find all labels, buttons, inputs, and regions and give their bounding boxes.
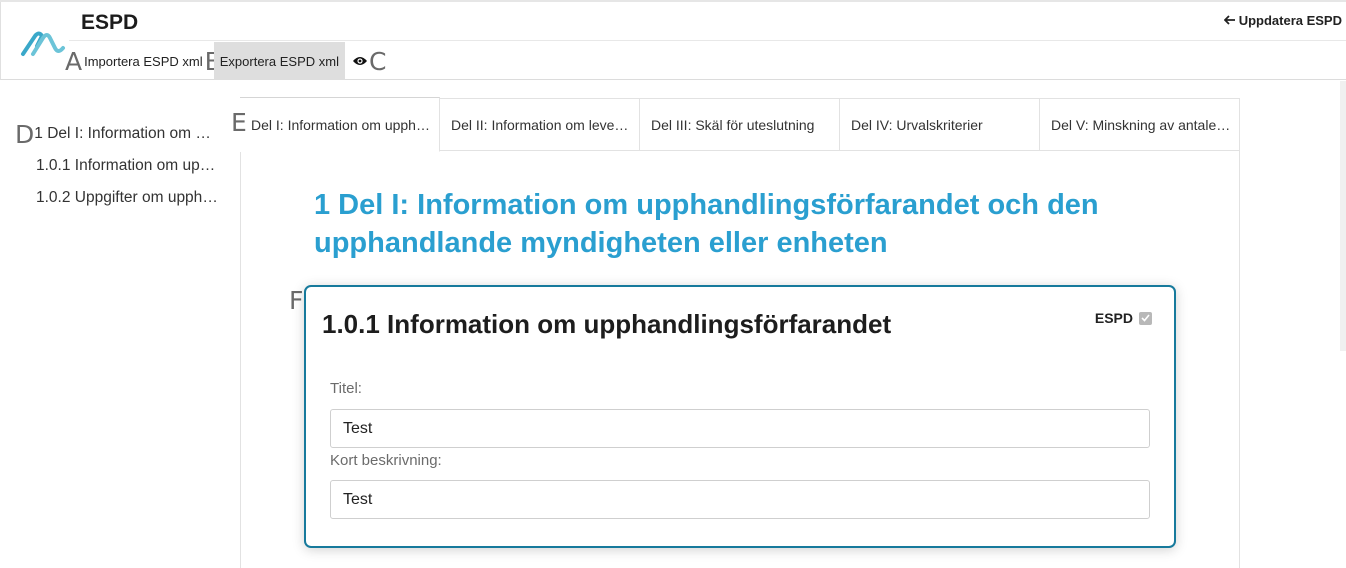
toc-item-label: 1.0.2 Uppgifter om upphandlande myndighe… [36, 189, 219, 206]
marker-a: A [65, 46, 83, 76]
app-header: ESPD Uppdatera ESPD A Importera ESPD xml… [0, 2, 1346, 80]
tab-label: Del I: Information om upphandlingsförfar… [251, 116, 431, 133]
marker-e: E [231, 108, 247, 137]
header-divider [69, 40, 1346, 41]
info-card: 1.0.1 Information om upphandlingsförfara… [304, 285, 1176, 548]
import-espd-button[interactable]: Importera ESPD xml [82, 42, 204, 80]
sidebar-toc: D 1 Del I: Information om upphandlingsfö… [15, 118, 226, 214]
tab-bar: Del I: Information om upphandlingsförfar… [240, 97, 1240, 152]
checkbox-checked-icon [1139, 311, 1152, 325]
marker-f: F [289, 286, 304, 315]
scrollbar[interactable] [1340, 81, 1346, 351]
toc-item-label: 1 Del I: Information om upphandlingsförf… [34, 125, 214, 142]
tab-del-1[interactable]: Del I: Information om upphandlingsförfar… [240, 97, 440, 152]
toc-item-label: 1.0.1 Information om upphandlingsförfara… [36, 157, 219, 174]
arrow-left-icon [1223, 13, 1236, 28]
card-title: 1.0.1 Information om upphandlingsförfara… [322, 309, 892, 339]
title-input[interactable] [330, 409, 1150, 448]
title-field-label: Titel: [330, 380, 362, 397]
update-espd-label: Uppdatera ESPD [1238, 13, 1342, 28]
export-espd-button[interactable]: Exportera ESPD xml [213, 42, 345, 80]
marker-d: D [15, 119, 35, 149]
marker-c: C [368, 46, 387, 76]
tab-label: Del IV: Urvalskriterier [851, 117, 983, 133]
espd-badge: ESPD [1095, 310, 1152, 326]
update-espd-link[interactable]: Uppdatera ESPD [1223, 13, 1342, 28]
tab-del-3[interactable]: Del III: Skäl för uteslutning [640, 99, 840, 151]
tab-del-4[interactable]: Del IV: Urvalskriterier [840, 99, 1040, 151]
tab-del-5[interactable]: Del V: Minskning av antalet kvalificerad… [1040, 99, 1240, 151]
toc-item-1-0-1[interactable]: 1.0.1 Information om upphandlingsförfara… [16, 150, 226, 182]
section-title: 1 Del I: Information om upphandlingsförf… [314, 189, 1099, 259]
tab-label: Del V: Minskning av antalet kvalificerad… [1051, 117, 1231, 133]
tab-label: Del III: Skäl för uteslutning [651, 117, 815, 133]
toolbar: A Importera ESPD xml B Exportera ESPD xm… [65, 42, 386, 80]
espd-logo-icon [19, 26, 67, 62]
short-description-input[interactable] [330, 480, 1150, 519]
short-description-label: Kort beskrivning: [330, 452, 442, 469]
app-title: ESPD [81, 11, 139, 34]
espd-badge-label: ESPD [1094, 310, 1133, 326]
tab-del-2[interactable]: Del II: Information om leverantören [440, 99, 640, 151]
toc-item-1-0-2[interactable]: 1.0.2 Uppgifter om upphandlande myndighe… [16, 182, 226, 214]
toc-item-del-1[interactable]: D 1 Del I: Information om upphandlingsfö… [15, 118, 226, 150]
tab-label: Del II: Information om leverantören [451, 117, 631, 133]
